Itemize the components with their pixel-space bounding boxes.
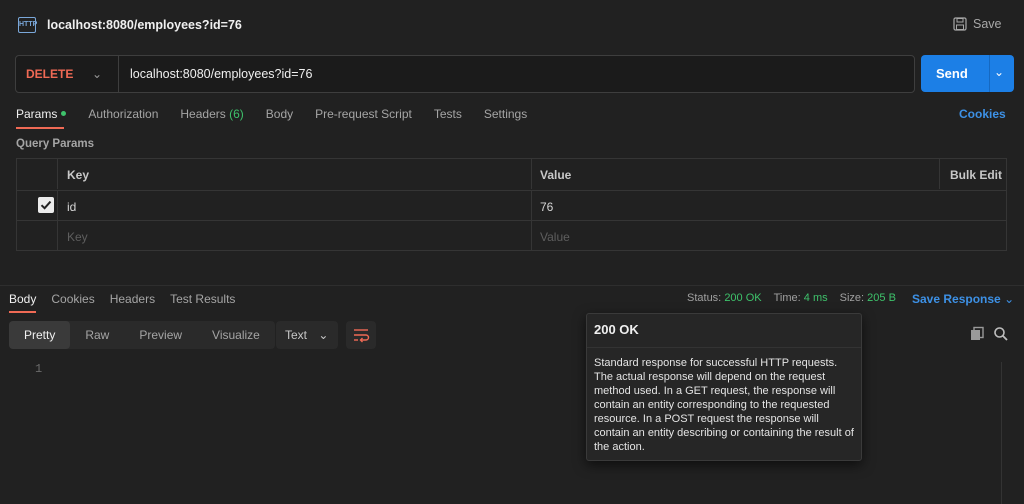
search-icon[interactable] — [993, 326, 1009, 345]
headers-count: (6) — [229, 107, 244, 121]
tab-tests[interactable]: Tests — [434, 107, 462, 121]
tab-params[interactable]: Params — [16, 107, 67, 121]
time-info[interactable]: Time: 4 ms — [774, 292, 828, 304]
checkmark-icon — [40, 200, 52, 210]
response-meta: Status: 200 OK Time: 4 ms Size: 205 B — [687, 292, 896, 304]
save-label: Save — [973, 17, 1002, 31]
size-value: 205 B — [867, 292, 896, 304]
time-label: Time: — [773, 292, 801, 304]
size-info[interactable]: Size: 205 B — [840, 292, 896, 304]
tab-body[interactable]: Body — [266, 107, 293, 121]
status-tooltip: 200 OK Standard response for successful … — [586, 313, 862, 461]
column-divider — [531, 191, 532, 220]
value-column-header: Value — [540, 168, 572, 182]
column-divider — [531, 221, 532, 250]
response-divider[interactable] — [0, 285, 1024, 286]
send-divider — [989, 55, 990, 92]
param-enabled-checkbox[interactable] — [38, 197, 54, 213]
response-tabs: Body Cookies Headers Test Results — [9, 292, 235, 306]
table-header-row: Key Value Bulk Edit — [17, 159, 1006, 189]
url-divider — [118, 56, 119, 92]
new-key-input[interactable]: Key — [67, 230, 88, 244]
chevron-down-icon: ⌄ — [318, 328, 329, 342]
tab-headers[interactable]: Headers (6) — [180, 107, 243, 121]
table-row: id 76 — [17, 190, 1006, 220]
request-title[interactable]: localhost:8080/employees?id=76 — [47, 18, 242, 32]
chevron-down-icon[interactable]: ⌄ — [92, 67, 102, 81]
tab-prerequest-script[interactable]: Pre-request Script — [315, 107, 412, 121]
time-value: 4 ms — [803, 292, 828, 304]
status-value: 200 OK — [724, 292, 762, 304]
response-tab-cookies[interactable]: Cookies — [51, 292, 94, 306]
tooltip-body: Standard response for successful HTTP re… — [594, 357, 854, 453]
save-response-button[interactable]: Save Response ⌄ — [912, 292, 1014, 306]
save-icon — [953, 17, 967, 31]
response-tab-test-results[interactable]: Test Results — [170, 292, 235, 306]
bulk-edit-button[interactable]: Bulk Edit — [950, 168, 1002, 182]
tooltip-divider — [587, 347, 861, 348]
line-number: 1 — [35, 362, 43, 376]
http-icon: HTTP — [18, 17, 37, 33]
tooltip-title: 200 OK — [594, 322, 639, 337]
copy-icon[interactable] — [969, 326, 985, 345]
status-info[interactable]: Status: 200 OK — [687, 292, 762, 304]
view-preview[interactable]: Preview — [124, 321, 197, 349]
response-view-switcher: Pretty Raw Preview Visualize — [9, 321, 275, 349]
format-select[interactable]: Text ⌄ — [276, 321, 338, 349]
cookies-link[interactable]: Cookies — [959, 107, 1006, 121]
response-tab-headers[interactable]: Headers — [110, 292, 155, 306]
tab-params-label: Params — [16, 107, 58, 121]
param-key-cell[interactable]: id — [67, 200, 76, 214]
view-pretty[interactable]: Pretty — [9, 321, 71, 349]
column-divider — [57, 191, 58, 220]
wrap-lines-icon — [354, 329, 370, 343]
query-params-table: Key Value Bulk Edit id 76 Key Value — [16, 158, 1007, 251]
view-visualize[interactable]: Visualize — [197, 321, 275, 349]
wrap-lines-button[interactable] — [346, 321, 376, 349]
view-raw[interactable]: Raw — [70, 321, 124, 349]
params-active-dot — [61, 111, 67, 116]
tab-authorization[interactable]: Authorization — [88, 107, 158, 121]
param-value-cell[interactable]: 76 — [540, 200, 553, 214]
url-input[interactable] — [130, 64, 900, 84]
tab-headers-label: Headers — [180, 107, 226, 121]
column-divider — [57, 221, 58, 250]
url-bar: DELETE ⌄ — [15, 55, 915, 93]
send-button[interactable]: Send ⌄ — [921, 55, 1014, 92]
active-tab-indicator — [16, 127, 64, 129]
query-params-heading: Query Params — [16, 138, 94, 150]
table-row-empty: Key Value — [17, 220, 1006, 250]
method-select[interactable]: DELETE — [26, 67, 73, 81]
send-options-chevron-icon[interactable]: ⌄ — [994, 65, 1004, 79]
response-scrollbar[interactable] — [1001, 362, 1009, 504]
column-divider — [57, 159, 58, 189]
send-label: Send — [936, 66, 968, 81]
title-bar: HTTP localhost:8080/employees?id=76 Save — [0, 0, 1024, 50]
response-tab-body[interactable]: Body — [9, 292, 36, 306]
key-column-header: Key — [67, 168, 90, 182]
size-label: Size: — [839, 292, 865, 304]
chevron-down-icon: ⌄ — [1004, 292, 1015, 306]
request-tabs: Params Authorization Headers (6) Body Pr… — [16, 107, 527, 121]
column-divider — [531, 159, 532, 189]
tab-settings[interactable]: Settings — [484, 107, 527, 121]
save-response-label: Save Response — [912, 292, 1001, 306]
format-label: Text — [285, 328, 308, 342]
column-divider — [939, 159, 940, 189]
new-value-input[interactable]: Value — [540, 230, 570, 244]
response-active-tab-indicator — [9, 311, 36, 313]
save-button[interactable]: Save — [953, 17, 1002, 31]
status-label: Status: — [687, 292, 722, 304]
